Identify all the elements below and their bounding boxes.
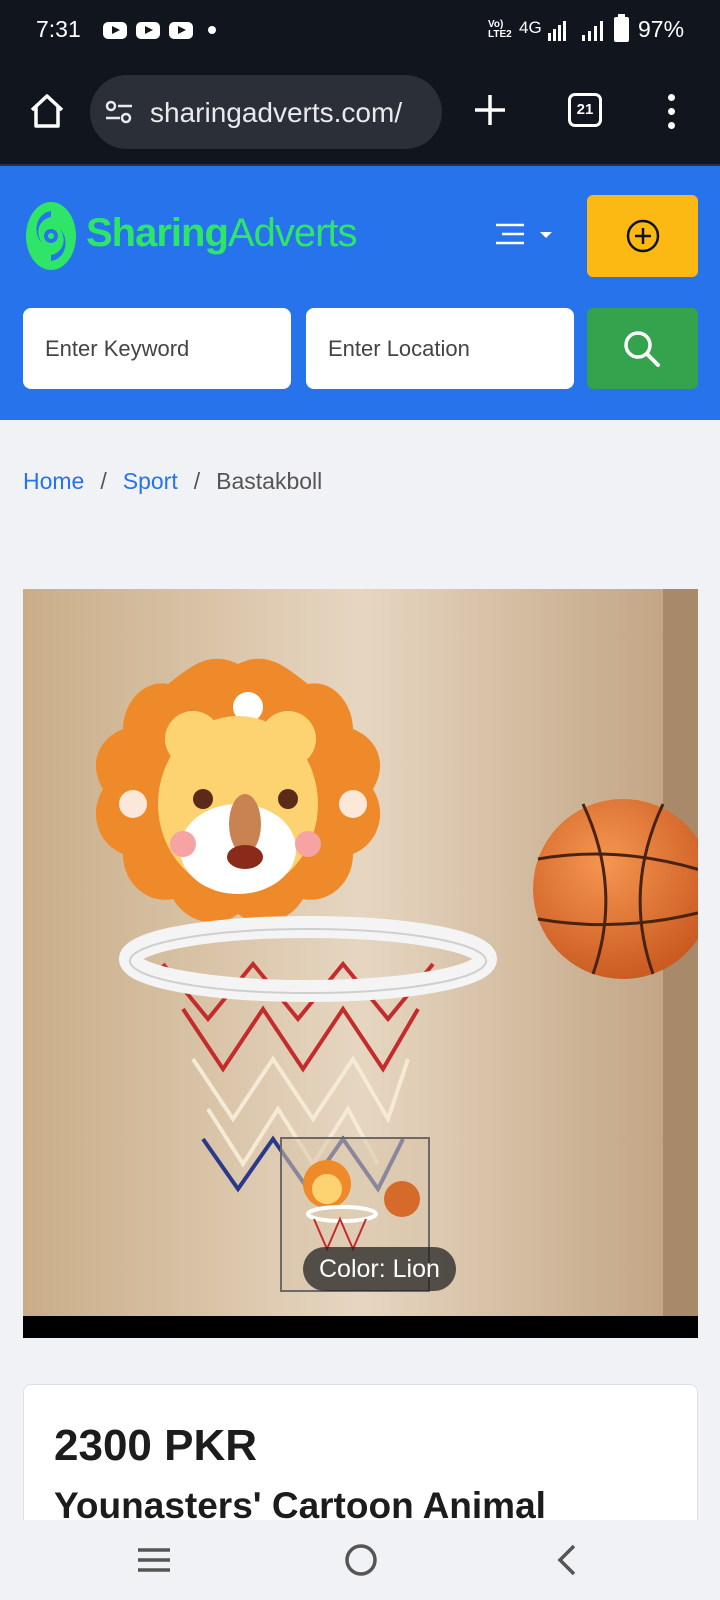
- back-icon[interactable]: [546, 1540, 590, 1580]
- product-image[interactable]: Color: Lion: [23, 589, 698, 1338]
- breadcrumb-separator: /: [193, 468, 201, 494]
- breadcrumb-home[interactable]: Home: [23, 468, 84, 494]
- logo-text: SharingAdverts: [86, 211, 358, 255]
- breadcrumb: Home / Sport / Bastakboll: [23, 468, 322, 495]
- dot-icon: [208, 26, 216, 34]
- product-price: 2300 PKR: [54, 1421, 258, 1470]
- logo-icon: [26, 202, 76, 270]
- home-icon[interactable]: [26, 90, 68, 132]
- battery-percent: 97%: [638, 16, 685, 42]
- volte-icon: Vo) LTE2: [488, 19, 512, 40]
- youtube-icon: [136, 22, 160, 39]
- post-ad-button[interactable]: [587, 195, 698, 277]
- menu-icon[interactable]: [494, 215, 560, 255]
- home-circle-icon[interactable]: [339, 1540, 383, 1580]
- breadcrumb-current: Bastakboll: [216, 468, 323, 494]
- site-logo[interactable]: SharingAdverts: [24, 199, 358, 275]
- breadcrumb-separator: /: [100, 468, 107, 494]
- system-nav-bar: [0, 1520, 720, 1600]
- signal-icon: [548, 21, 566, 41]
- tabs-icon[interactable]: 21: [568, 93, 602, 127]
- signal-icon: [582, 21, 604, 41]
- search-icon: [624, 331, 660, 367]
- color-variant-badge: Color: Lion: [303, 1247, 456, 1291]
- status-bar: 7:31 Vo) LTE2 4G 97%: [0, 0, 720, 62]
- search-button[interactable]: [587, 308, 698, 389]
- plus-circle-icon: [626, 219, 660, 253]
- recent-apps-icon[interactable]: [132, 1540, 176, 1580]
- url-text: sharingadverts.com/: [150, 97, 403, 128]
- site-header: SharingAdverts: [0, 166, 720, 420]
- youtube-icon: [103, 22, 127, 39]
- site-settings-icon[interactable]: [104, 99, 134, 125]
- breadcrumb-sport[interactable]: Sport: [123, 468, 178, 494]
- location-input[interactable]: [306, 308, 574, 389]
- battery-icon: [614, 14, 629, 42]
- address-bar[interactable]: sharingadverts.com/: [90, 75, 442, 149]
- browser-toolbar: sharingadverts.com/ 21: [0, 62, 720, 166]
- network-type: 4G: [519, 18, 542, 37]
- youtube-icon: [169, 22, 193, 39]
- keyword-input[interactable]: [23, 308, 291, 389]
- status-time: 7:31: [36, 16, 81, 42]
- more-icon[interactable]: [666, 94, 676, 130]
- new-tab-icon[interactable]: [470, 90, 510, 130]
